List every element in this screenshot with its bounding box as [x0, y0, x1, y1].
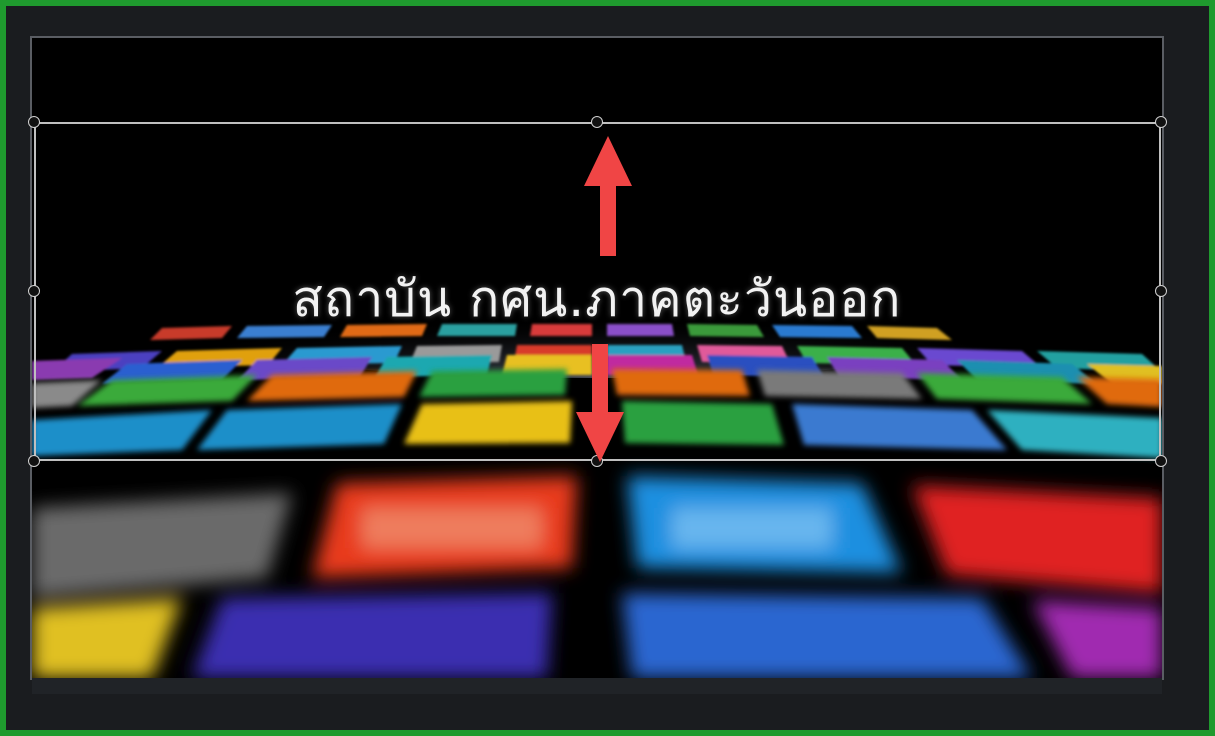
resize-handle-top-right[interactable]	[1155, 116, 1167, 128]
arrow-up-icon	[584, 136, 632, 256]
timeline-strip	[32, 678, 1162, 694]
resize-handle-top-left[interactable]	[28, 116, 40, 128]
resize-handle-middle-right[interactable]	[1155, 285, 1167, 297]
arrow-down-icon	[576, 344, 624, 462]
resize-handle-bottom-left[interactable]	[28, 455, 40, 467]
resize-handle-bottom-right[interactable]	[1155, 455, 1167, 467]
resize-handle-middle-left[interactable]	[28, 285, 40, 297]
resize-handle-top-center[interactable]	[591, 116, 603, 128]
